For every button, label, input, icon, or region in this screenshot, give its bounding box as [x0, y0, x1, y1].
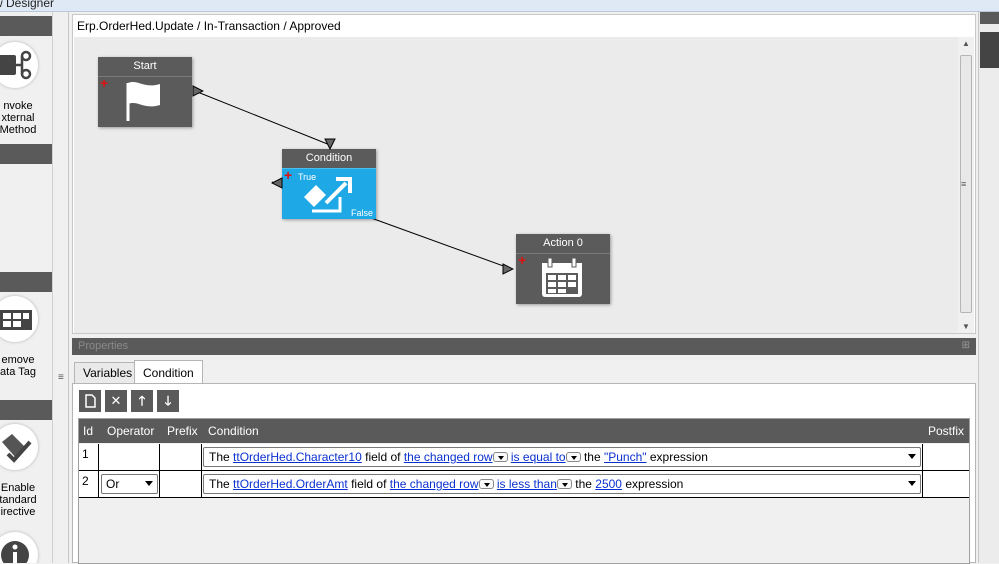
- condition-arrow-icon: [304, 177, 352, 213]
- chevron-down-icon[interactable]: [908, 454, 916, 459]
- value-link[interactable]: 2500: [595, 477, 622, 491]
- properties-header: Properties ⊞: [72, 338, 976, 355]
- table-row[interactable]: 2 Or The ttOrderHed.OrderAmt field of th…: [79, 471, 969, 498]
- row-postfix[interactable]: [923, 471, 969, 498]
- grid-header: Id Operator Prefix Condition Postfix: [79, 419, 969, 443]
- toolbox-item-invoke-external-method[interactable]: nvoke xternal Method: [0, 40, 52, 140]
- operator-select[interactable]: Or: [101, 474, 158, 494]
- output-port-icon[interactable]: [192, 85, 204, 97]
- field-link[interactable]: ttOrderHed.Character10: [233, 450, 362, 464]
- row-id: 2: [79, 471, 99, 498]
- delete-icon[interactable]: ✕: [105, 390, 127, 412]
- input-port-icon[interactable]: [324, 138, 336, 150]
- toolbox-panel: nvoke xternal Method emove ata Tag Enabl…: [0, 12, 52, 563]
- node-body: + True False: [282, 168, 376, 219]
- table-row[interactable]: 1 The ttOrderHed.Character10 field of th…: [79, 444, 969, 471]
- right-panel-header[interactable]: [980, 12, 999, 24]
- value-link[interactable]: "Punch": [604, 450, 647, 464]
- pin-icon[interactable]: ⊞: [962, 340, 970, 351]
- panel-divider: [68, 12, 69, 563]
- column-header-prefix[interactable]: Prefix: [167, 424, 198, 438]
- tab-variables[interactable]: Variables: [74, 362, 142, 384]
- column-header-condition[interactable]: Condition: [208, 424, 259, 438]
- enable-standard-directive-icon: [0, 424, 38, 470]
- design-canvas[interactable]: Start + Condition + True False Action 0 …: [74, 37, 958, 333]
- node-action[interactable]: Action 0 +: [516, 234, 610, 304]
- row-postfix[interactable]: [923, 444, 969, 471]
- chevron-down-icon[interactable]: [908, 481, 916, 486]
- remove-data-tag-icon: [0, 296, 38, 342]
- new-icon[interactable]: [79, 390, 101, 412]
- toolbox-item-label: emove ata Tag: [0, 354, 36, 378]
- window-title-bar: w Designer: [0, 0, 999, 12]
- source-dropdown-icon[interactable]: [478, 479, 494, 489]
- column-header-id[interactable]: Id: [83, 424, 93, 438]
- node-condition[interactable]: Condition + True False: [282, 149, 376, 219]
- input-port-icon[interactable]: [502, 263, 514, 275]
- toolbox-item-remove-data-tag[interactable]: emove ata Tag: [0, 294, 52, 384]
- condition-editor: ✕ 🡑 🡓 Id Operator Prefix Condition Postf…: [72, 383, 976, 564]
- toolbox-item-enable-standard-directive[interactable]: Enable tandard irective: [0, 422, 52, 522]
- node-title: Condition: [282, 149, 376, 168]
- right-side-panel: [978, 12, 999, 563]
- node-start[interactable]: Start +: [98, 57, 192, 127]
- calendar-icon: [542, 257, 582, 297]
- source-link[interactable]: the changed row: [404, 450, 493, 464]
- column-header-operator[interactable]: Operator: [107, 424, 154, 438]
- toolbox-group-header[interactable]: [0, 16, 52, 36]
- toolbox-item-label: nvoke xternal Method: [0, 100, 37, 136]
- comparison-dropdown-icon[interactable]: [556, 479, 572, 489]
- tab-condition[interactable]: Condition: [134, 360, 203, 384]
- info-icon: [0, 532, 38, 563]
- scroll-up-arrow-icon[interactable]: ▲: [962, 39, 970, 48]
- source-link[interactable]: the changed row: [390, 477, 479, 491]
- scrollbar-grip-icon: ≡: [961, 179, 967, 189]
- toolbox-group-header[interactable]: [0, 144, 52, 164]
- workflow-designer: Erp.OrderHed.Update / In-Transaction / A…: [72, 14, 976, 334]
- invoke-external-method-icon: [0, 42, 38, 88]
- node-title: Action 0: [516, 234, 610, 253]
- comparison-dropdown-icon[interactable]: [565, 452, 581, 462]
- toolbox-group-header[interactable]: [0, 400, 52, 420]
- toolbox-item-label: Enable tandard irective: [0, 482, 37, 518]
- false-port-icon[interactable]: [271, 177, 283, 189]
- row-operator[interactable]: [99, 444, 160, 471]
- move-down-icon[interactable]: 🡓: [157, 390, 179, 412]
- condition-expression[interactable]: The ttOrderHed.Character10 field of the …: [203, 447, 921, 467]
- properties-tabs: Variables Condition: [72, 360, 976, 384]
- scroll-down-arrow-icon[interactable]: ▼: [962, 322, 970, 331]
- node-body: +: [516, 253, 610, 304]
- flag-icon: [126, 82, 160, 121]
- row-prefix[interactable]: [160, 471, 202, 498]
- condition-expression[interactable]: The ttOrderHed.OrderAmt field of the cha…: [203, 474, 921, 494]
- column-header-postfix[interactable]: Postfix: [928, 424, 964, 438]
- breadcrumb: Erp.OrderHed.Update / In-Transaction / A…: [77, 19, 341, 33]
- node-body: +: [98, 76, 192, 127]
- condition-grid: Id Operator Prefix Condition Postfix 1 T…: [78, 418, 970, 564]
- row-prefix[interactable]: [160, 444, 202, 471]
- toolbox-group-header[interactable]: [0, 272, 52, 292]
- chevron-down-icon[interactable]: [145, 481, 153, 486]
- move-up-icon[interactable]: 🡑: [131, 390, 153, 412]
- splitter-grip-icon: ≡: [58, 372, 64, 383]
- field-link[interactable]: ttOrderHed.OrderAmt: [233, 477, 348, 491]
- node-title: Start: [98, 57, 192, 76]
- comparison-link[interactable]: is less than: [497, 477, 557, 491]
- right-panel-tab[interactable]: [980, 32, 999, 68]
- source-dropdown-icon[interactable]: [492, 452, 508, 462]
- comparison-link[interactable]: is equal to: [511, 450, 566, 464]
- window-title: w Designer: [0, 0, 55, 10]
- toolbox-item-info[interactable]: [0, 530, 52, 563]
- connector-start-condition[interactable]: [194, 90, 331, 146]
- canvas-vertical-scrollbar[interactable]: ▲ ≡ ▼: [958, 37, 974, 333]
- row-id: 1: [79, 444, 99, 471]
- properties-title: Properties: [78, 340, 129, 352]
